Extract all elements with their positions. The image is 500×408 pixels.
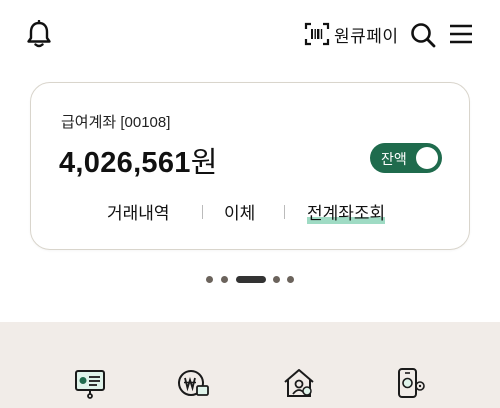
account-card[interactable]: 급여계좌 [00108] 4,026,561원 잔액 거래내역 이체 전계좌조회 [30,82,470,250]
phone-gear-icon[interactable] [393,366,427,400]
carousel-dot[interactable] [273,276,280,283]
all-accounts-label: 전계좌조회 [307,204,386,223]
balance-toggle[interactable]: 잔액 [370,143,442,173]
barcode-icon [304,22,330,46]
top-header: 원큐페이 [0,0,500,70]
pay-label: 원큐페이 [334,26,399,46]
carousel-dot[interactable] [287,276,294,283]
menu-icon[interactable] [450,24,472,44]
action-divider [202,205,203,219]
balance-amount: 4,026,561 [59,147,191,179]
currency-card-icon[interactable] [176,366,210,400]
balance-toggle-label: 잔액 [381,151,407,167]
carousel-dot[interactable] [221,276,228,283]
balance-unit: 원 [190,147,218,179]
home-person-icon[interactable] [282,366,316,400]
transaction-history-link[interactable]: 거래내역 [107,199,170,224]
carousel-dot-active[interactable] [236,276,266,283]
action-divider [284,205,285,219]
presentation-icon[interactable] [73,366,107,400]
account-actions: 거래내역 이체 전계좌조회 [31,199,471,229]
carousel-dot[interactable] [206,276,213,283]
one-q-pay-button[interactable]: 원큐페이 [304,21,399,47]
account-balance: 4,026,561원 [59,139,218,181]
account-name: 급여계좌 [00108] [61,114,171,131]
bell-icon[interactable] [26,20,52,48]
transfer-link[interactable]: 이체 [224,199,255,224]
carousel-indicator [0,275,500,285]
all-accounts-link[interactable]: 전계좌조회 [307,199,386,224]
quick-menu-panel [0,322,500,408]
search-icon[interactable] [410,22,436,48]
toggle-knob [416,147,438,169]
